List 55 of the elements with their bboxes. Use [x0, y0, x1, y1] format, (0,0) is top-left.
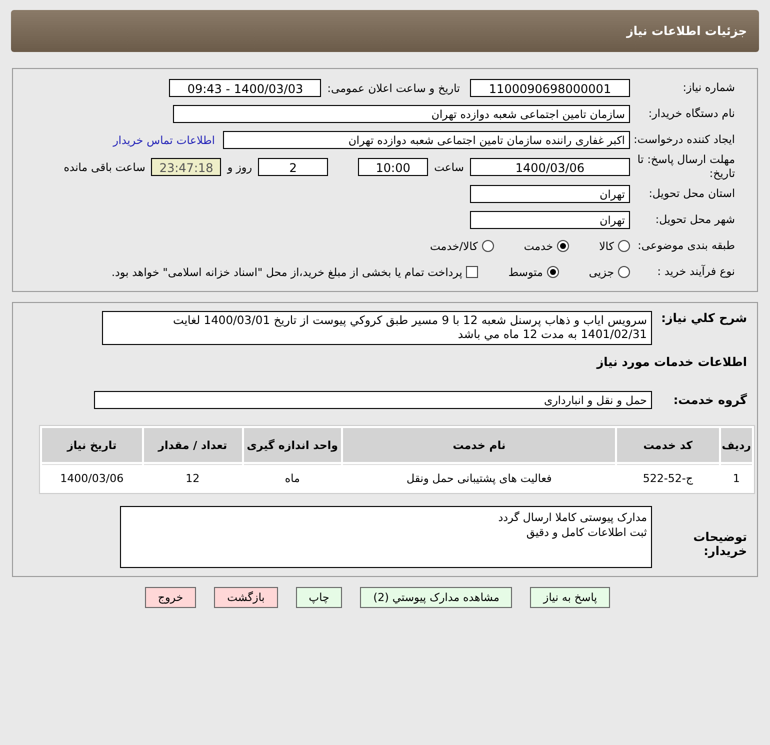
remaining-label: ساعت باقی مانده — [64, 160, 146, 174]
field-label: شرح کلي نياز: — [660, 311, 747, 325]
field-label: گروه خدمت: — [672, 393, 747, 407]
action-button[interactable]: بازگشت — [214, 587, 278, 608]
radio-label: جزیی — [588, 266, 614, 278]
deadline-time-field: 10:00 — [358, 158, 428, 176]
radio-button[interactable] — [546, 266, 559, 278]
column-header: نام خدمت — [343, 428, 616, 462]
field-label: شهر محل تحویل: — [654, 213, 735, 227]
field-label: ایجاد کننده درخواست: — [632, 133, 735, 147]
note-line: مدارک پیوستی کاملا ارسال گردد — [497, 510, 647, 525]
action-button[interactable]: پاسخ به نیاز — [530, 587, 610, 608]
column-header: تاریخ نیاز — [42, 428, 142, 462]
field-label: استان محل تحویل: — [648, 187, 735, 201]
section-title: اطلاعات خدمات مورد نیاز — [595, 355, 747, 369]
column-header: کد خدمت — [617, 428, 719, 462]
note-line: ثبت اطلاعات کامل و دقیق — [525, 525, 647, 540]
service-group-field: حمل و نقل و انبارداری — [94, 391, 652, 409]
remaining-time-field: 23:47:18 — [151, 158, 222, 176]
province-field: تهران — [470, 185, 630, 203]
deadline-date-field: 1400/03/06 — [470, 158, 630, 176]
column-header: تعداد / مقدار — [144, 428, 242, 462]
radio-button[interactable] — [482, 240, 494, 252]
days-label: روز و — [227, 160, 252, 174]
field-label: شماره نیاز: — [682, 81, 735, 95]
need-number-field: 1100090698000001 — [470, 79, 630, 97]
radio-label: متوسط — [508, 266, 543, 278]
days-field: 2 — [258, 158, 328, 176]
radio-button[interactable] — [618, 240, 630, 252]
time-label: ساعت — [434, 160, 464, 174]
requester-field: اکبر غفاری راننده سازمان تامین اجتماعی شعبه دوازده تهران — [223, 131, 630, 149]
column-header: ردیف — [720, 428, 752, 462]
checkbox[interactable] — [466, 266, 478, 278]
field-label: مهلت ارسال پاسخ: تا تاریخ: — [636, 153, 735, 181]
radio-label: کالا — [599, 240, 614, 252]
field-label: نام دستگاه خریدار: — [647, 107, 735, 121]
radio-button[interactable] — [618, 266, 630, 278]
column-header: واحد اندازه گیری — [244, 428, 342, 462]
action-button[interactable]: چاپ — [296, 587, 342, 608]
checkbox-label: پرداخت تمام یا بخشی از مبلغ خرید،از محل "اسناد خزانه اسلامی" خواهد بود. — [112, 266, 462, 278]
field-label: تاریخ و ساعت اعلان عمومی: — [327, 82, 460, 94]
field-label: نوع فرآیند خرید : — [656, 265, 735, 279]
header-title: جزئیات اطلاعات نیاز — [626, 24, 747, 38]
contact-link[interactable]: اطلاعات تماس خریدار — [113, 134, 215, 146]
field-label: طبقه بندی موضوعی: — [636, 239, 735, 253]
radio-button[interactable] — [557, 240, 570, 252]
buyer-org-field: سازمان تامین اجتماعی شعبه دوازده تهران — [173, 105, 630, 123]
action-button[interactable]: خروج — [144, 587, 196, 608]
announce-date-field: 1400/03/03 - 09:43 — [169, 79, 322, 97]
radio-label: خدمت — [524, 240, 554, 252]
description-box: سرويس اياب و ذهاب پرسنل شعبه 12 با 9 مسير طبق كروكي پيوست از تاريخ 1400/03/01 لغايت 1401/02/31 به مدت 12 ماه مي باشد — [102, 311, 652, 345]
field-label: توضیحات خریدار: — [692, 530, 747, 558]
radio-label: کالا/خدمت — [430, 240, 478, 252]
action-button[interactable]: مشاهده مدارک پیوستي (2) — [360, 587, 512, 608]
city-field: تهران — [470, 211, 630, 229]
